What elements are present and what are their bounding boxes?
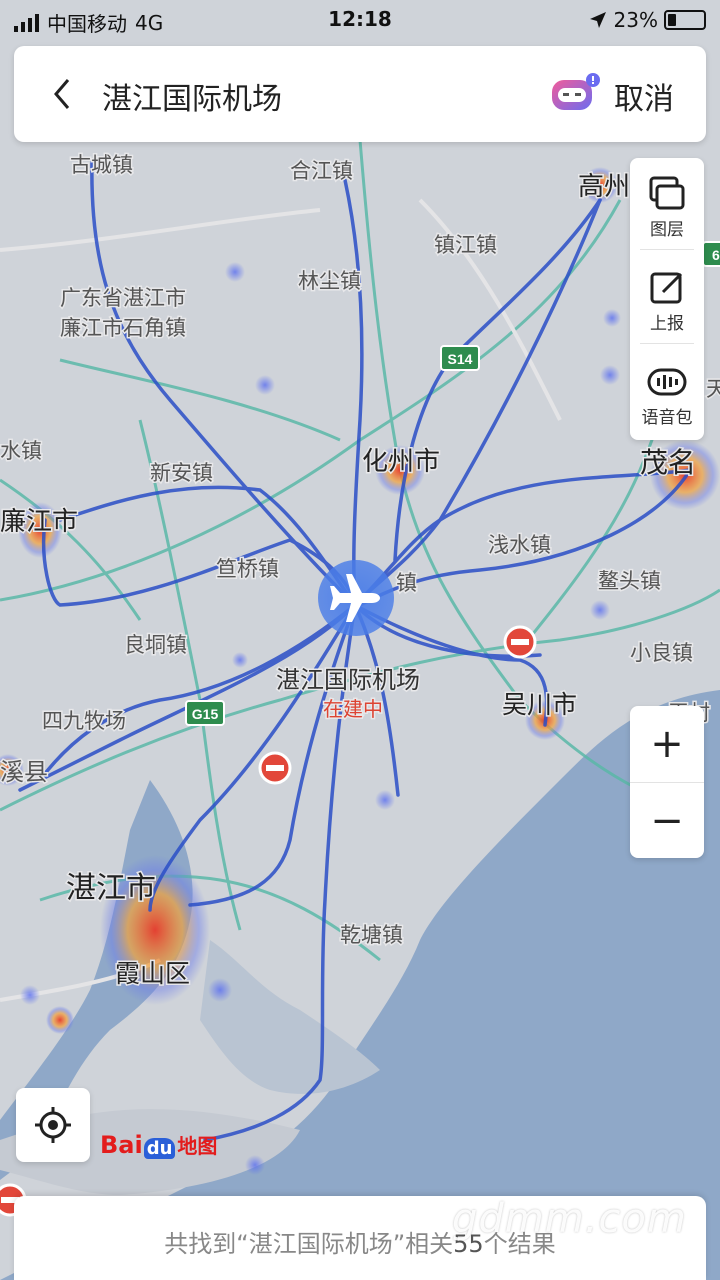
- place-label: 廉江市石角镇: [60, 316, 186, 340]
- place-label: 溪县: [0, 758, 48, 786]
- watermark: gdmm.com: [452, 1196, 687, 1242]
- place-label: 合江镇: [290, 159, 353, 183]
- location-arrow-icon: [589, 12, 606, 28]
- search-query[interactable]: 湛江国际机场: [102, 74, 282, 118]
- place-label: 浅水镇: [488, 533, 551, 557]
- place-label: 水镇: [0, 439, 42, 463]
- svg-text:65: 65: [712, 247, 720, 263]
- place-label: 四九牧场: [42, 709, 126, 733]
- place-label: 霞山区: [115, 959, 190, 988]
- place-label: 广东省湛江市: [60, 286, 186, 310]
- locate-me-button[interactable]: [16, 1088, 90, 1162]
- place-label: 新安镇: [150, 461, 213, 485]
- layers-icon: [649, 176, 685, 210]
- chevron-left-icon: [54, 79, 70, 109]
- zoom-control: + −: [630, 706, 704, 858]
- search-bar: 湛江国际机场 取消: [14, 46, 706, 142]
- place-label: 茂名: [640, 446, 696, 479]
- zoom-in-button[interactable]: +: [630, 706, 704, 782]
- place-label: 湛江市: [66, 871, 156, 906]
- place-label: 林尘镇: [298, 269, 361, 293]
- assistant-robot-icon[interactable]: [550, 72, 600, 112]
- place-label: 良垌镇: [124, 633, 187, 657]
- battery-percent: 23%: [613, 8, 658, 32]
- no-entry-icon[interactable]: [258, 751, 292, 785]
- no-entry-icon[interactable]: [503, 625, 537, 659]
- road-shield-65: 65: [702, 241, 720, 267]
- place-label: 廉江市: [0, 507, 78, 537]
- place-label: 鳌头镇: [598, 569, 661, 593]
- place-label: 化州市: [362, 447, 440, 477]
- map-view[interactable]: S14 G15 65 古城镇 合江镇 高州 镇江镇 林尘镇 广东省湛江市: [0, 0, 720, 1280]
- airport-label[interactable]: 湛江国际机场: [275, 665, 422, 696]
- voice-pack-icon: [647, 368, 687, 396]
- place-label: 吴川市: [502, 690, 577, 719]
- airport-marker[interactable]: [318, 560, 394, 636]
- layers-button[interactable]: 图层: [630, 158, 704, 250]
- zoom-out-button[interactable]: −: [630, 782, 704, 858]
- report-button[interactable]: 上报: [630, 252, 704, 344]
- place-label: 笪桥镇: [216, 557, 279, 581]
- map-canvas[interactable]: S14 G15 65 古城镇 合江镇 高州 镇江镇 林尘镇 广东省湛江市: [0, 0, 720, 1280]
- airport-status: 在建中: [323, 697, 383, 721]
- cancel-button[interactable]: 取消: [614, 74, 674, 118]
- status-bar: 中国移动 4G 12:18 23%: [0, 0, 720, 40]
- place-label: 镇: [396, 571, 417, 595]
- battery-icon: [664, 10, 706, 30]
- voice-pack-label: 语音包: [641, 408, 693, 428]
- report-icon: [650, 272, 683, 304]
- svg-text:S14: S14: [448, 351, 473, 367]
- place-label: 镇江镇: [434, 233, 497, 257]
- layers-label: 图层: [650, 220, 684, 240]
- road-shield-g15: G15: [185, 700, 225, 726]
- crosshair-icon: [35, 1107, 71, 1143]
- baidu-map-logo: Bai du 地图: [100, 1131, 218, 1159]
- back-button[interactable]: [44, 74, 84, 114]
- place-label: 高州: [578, 172, 630, 202]
- svg-text:G15: G15: [192, 706, 219, 722]
- place-label: 天: [706, 377, 720, 401]
- report-label: 上报: [650, 314, 684, 334]
- place-label: 小良镇: [630, 641, 693, 665]
- map-tools-panel: 图层 上报 语音包: [630, 158, 704, 440]
- voice-pack-button[interactable]: 语音包: [630, 346, 704, 438]
- place-label: 古城镇: [70, 153, 133, 177]
- place-label: 乾塘镇: [340, 923, 403, 947]
- road-shield-s14: S14: [440, 345, 480, 371]
